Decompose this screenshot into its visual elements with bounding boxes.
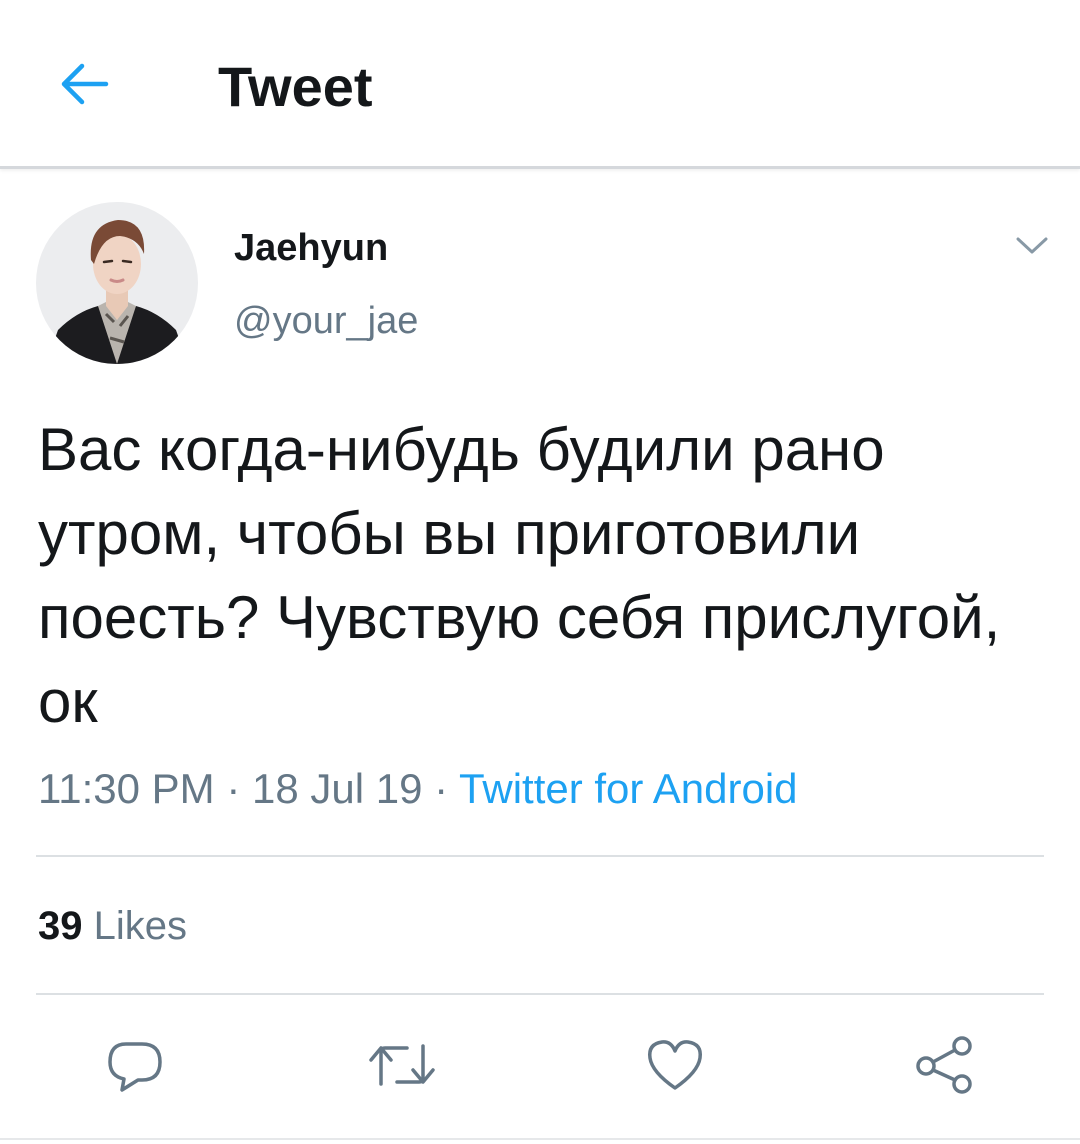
heart-icon <box>648 1040 702 1090</box>
app-header: Tweet <box>0 0 1080 169</box>
reply-icon <box>108 1042 162 1092</box>
tweet-date: 18 Jul 19 <box>251 765 423 812</box>
tweet-text: Вас когда-нибудь будили рано утром, чтоб… <box>38 416 1001 735</box>
divider <box>36 993 1044 995</box>
arrow-left-icon <box>61 63 109 105</box>
like-button[interactable] <box>640 1030 710 1100</box>
meta-separator: · <box>422 765 460 812</box>
reply-button[interactable] <box>100 1030 170 1100</box>
share-icon <box>916 1036 972 1094</box>
retweet-button[interactable] <box>367 1030 437 1100</box>
page-title: Tweet <box>218 55 373 118</box>
author-handle[interactable]: @your_jae <box>234 298 418 344</box>
divider <box>36 855 1044 857</box>
divider <box>0 1138 1080 1140</box>
chevron-down-icon <box>1016 237 1048 254</box>
tweet-time: 11:30 PM <box>38 765 215 812</box>
back-button[interactable] <box>52 52 116 116</box>
tweet-meta: 11:30 PM · 18 Jul 19 · Twitter for Andro… <box>38 762 798 816</box>
author-display-name[interactable]: Jaehyun <box>234 225 388 271</box>
likes-count: 39 <box>38 904 83 948</box>
retweet-icon <box>369 1044 435 1086</box>
avatar[interactable] <box>36 202 198 364</box>
share-button[interactable] <box>910 1030 980 1100</box>
tweet-source-link[interactable]: Twitter for Android <box>459 765 797 812</box>
likes-summary[interactable]: 39 Likes <box>38 900 187 952</box>
avatar-photo <box>36 202 198 364</box>
meta-separator: · <box>214 765 252 812</box>
likes-label: Likes <box>93 904 188 948</box>
tweet-options-button[interactable] <box>1006 222 1058 270</box>
